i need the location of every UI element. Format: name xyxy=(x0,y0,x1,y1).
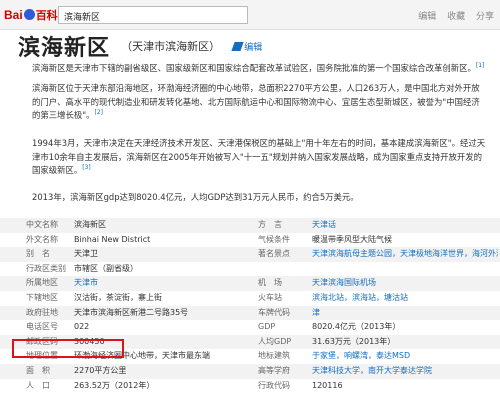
top-actions: 编辑 收藏 分享 xyxy=(410,9,494,22)
share-action[interactable]: 分享 xyxy=(476,12,494,22)
edit-label: 编辑 xyxy=(244,42,263,53)
info-value: 8020.4亿元（2013年） xyxy=(312,322,401,332)
summary-paragraph-3: 1994年3月，天津市决定在天津经济技术开发区、天津港保税区的基础上"用十年左右… xyxy=(32,137,488,178)
page-subtitle: （天津市滨海新区） xyxy=(121,40,221,53)
info-value: 263.52万（2012年） xyxy=(74,380,155,390)
favorite-action[interactable]: 收藏 xyxy=(447,12,465,22)
info-value: 市辖区（副省级） xyxy=(74,263,138,273)
info-row: 别 名 天津卫 著名景点 天津滨海航母主题公园，天津极地海洋世界，海河外滩公园 xyxy=(0,247,500,262)
info-key: 行政区类别 xyxy=(26,263,66,273)
info-value: 汉沽街，茶淀街，寨上街 xyxy=(74,293,162,302)
info-key: 气候条件 xyxy=(258,234,290,244)
info-value-link[interactable]: 天津滨海国际机场 xyxy=(312,276,498,291)
logo-text-bai: Bai xyxy=(4,8,23,22)
info-value-link[interactable]: 天津市 xyxy=(74,276,244,291)
paragraph-text: 滨海新区是天津市下辖的副省级区、国家级新区和国家综合配套改革试验区，国务院批准的… xyxy=(32,63,476,73)
info-value: 滨海新区 xyxy=(74,220,106,229)
info-row: 电话区号 022 GDP 8020.4亿元（2013年） xyxy=(0,320,500,335)
edit-button[interactable]: 编辑 xyxy=(231,40,263,53)
info-value: 天津卫 xyxy=(74,249,98,259)
info-row: 中文名称 滨海新区 方 言 天津话 xyxy=(0,218,500,233)
info-value: 022 xyxy=(74,322,90,332)
info-row: 人 口 263.52万（2012年） 行政代码 120116 xyxy=(0,379,500,394)
info-key: 外文名称 xyxy=(26,234,58,244)
info-key: 电话区号 xyxy=(26,322,58,332)
page-title: 滨海新区 xyxy=(18,36,111,61)
info-row: 面 积 2270平方公里 高等学府 天津科技大学，南开大学泰达学院 xyxy=(0,364,500,379)
citation-link[interactable]: [3] xyxy=(82,164,91,171)
info-key: 高等学府 xyxy=(258,366,290,375)
citation-link[interactable]: [2] xyxy=(94,109,103,116)
info-row: 所属地区 天津市 机 场 天津滨海国际机场 xyxy=(0,276,500,291)
info-row: 外文名称 Binhai New District 气候条件 暖温带季风型大陆气候 xyxy=(0,233,500,248)
info-value-link[interactable]: 天津话 xyxy=(312,218,498,233)
info-key: 所属地区 xyxy=(26,278,58,288)
info-key: 著名景点 xyxy=(258,249,290,259)
logo-text-baike: 百科 xyxy=(35,10,58,22)
info-value: 31.63万元（2013年） xyxy=(312,336,396,346)
pencil-icon xyxy=(231,41,244,51)
citation-link[interactable]: [1] xyxy=(476,62,485,69)
info-key: 下辖地区 xyxy=(26,293,58,302)
info-value-link[interactable]: 天津科技大学，南开大学泰达学院 xyxy=(312,364,498,379)
info-key: 中文名称 xyxy=(26,220,58,229)
info-key: GDP xyxy=(258,322,276,332)
info-key: 人 口 xyxy=(26,380,50,390)
top-toolbar: Bai 百科 滨海新区 编辑 收藏 分享 xyxy=(0,0,500,30)
paragraph-text: 2013年，滨海新区gdp达到8020.4亿元，人均GDP达到31万元人民币，约… xyxy=(32,192,359,202)
info-row: 政府驻地 天津市滨海新区新港二号路35号 车牌代码 津 xyxy=(0,305,500,321)
baidu-baike-logo[interactable]: Bai 百科 xyxy=(4,7,58,23)
info-value-link[interactable]: 于家堡，响螺湾，泰达MSD xyxy=(312,349,498,364)
info-value-link[interactable]: 滨海北站，滨海站，塘沽站 xyxy=(312,291,498,306)
info-key: 地标建筑 xyxy=(258,351,290,361)
info-value: 120116 xyxy=(312,380,343,390)
info-key: 政府驻地 xyxy=(26,307,58,317)
edit-action[interactable]: 编辑 xyxy=(418,12,436,22)
info-key: 面 积 xyxy=(26,366,50,375)
search-input[interactable]: 滨海新区 xyxy=(58,6,248,24)
paw-icon xyxy=(23,9,35,20)
info-key: 人均GDP xyxy=(258,336,292,346)
info-row: 下辖地区 汉沽街，茶淀街，寨上街 火车站 滨海北站，滨海站，塘沽站 xyxy=(0,291,500,306)
summary-paragraph-2: 滨海新区位于天津东部沿海地区，环渤海经济圈的中心地带，总面积2270平方公里，人… xyxy=(32,82,488,123)
info-key: 别 名 xyxy=(26,249,50,259)
info-key: 机 场 xyxy=(258,278,282,288)
info-value: 天津市滨海新区新港二号路35号 xyxy=(74,307,189,317)
highlight-box xyxy=(12,339,124,358)
summary-paragraph-1: 滨海新区是天津市下辖的副省级区、国家级新区和国家综合配套改革试验区，国务院批准的… xyxy=(32,62,488,76)
paragraph-text: 1994年3月，天津市决定在天津经济技术开发区、天津港保税区的基础上"用十年左右… xyxy=(32,138,486,175)
info-value-link[interactable]: 津 xyxy=(312,306,498,321)
title-row: 滨海新区 （天津市滨海新区） 编辑 xyxy=(18,30,262,62)
info-key: 车牌代码 xyxy=(258,307,290,317)
info-key: 火车站 xyxy=(258,293,282,302)
info-row: 行政区类别 市辖区（副省级） xyxy=(0,262,500,277)
info-key: 行政代码 xyxy=(258,380,290,390)
info-value-link[interactable]: 天津滨海航母主题公园，天津极地海洋世界，海河外滩公园 xyxy=(312,247,498,262)
info-value: 2270平方公里 xyxy=(74,366,127,375)
info-key: 方 言 xyxy=(258,220,282,229)
summary-paragraph-4: 2013年，滨海新区gdp达到8020.4亿元，人均GDP达到31万元人民币，约… xyxy=(32,191,488,205)
info-value: Binhai New District xyxy=(74,234,151,244)
info-value: 暖温带季风型大陆气候 xyxy=(312,234,392,244)
